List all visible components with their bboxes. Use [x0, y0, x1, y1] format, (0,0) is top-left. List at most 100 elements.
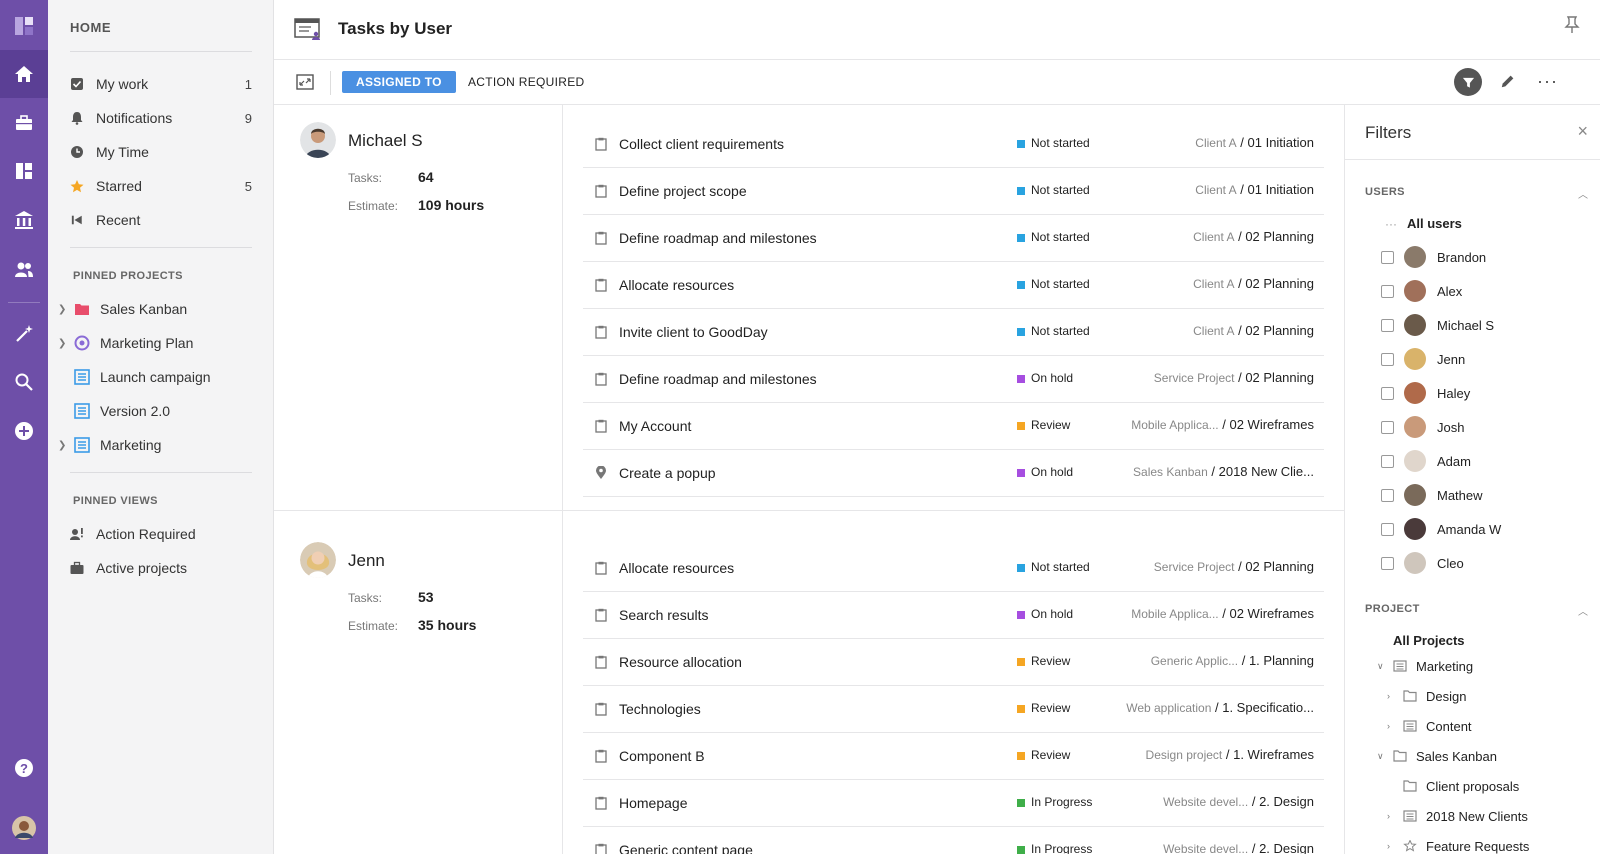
tab-action-required[interactable]: ACTION REQUIRED [468, 71, 585, 93]
status-badge[interactable]: Not started [1031, 277, 1090, 291]
user-checkbox[interactable] [1381, 284, 1394, 298]
status-badge[interactable]: On hold [1031, 465, 1073, 479]
sidebar-item-notifications[interactable]: Notifications 9 [70, 103, 252, 133]
status-badge[interactable]: Not started [1031, 230, 1090, 244]
sidebar-item-my-time[interactable]: My Time [70, 137, 252, 167]
home-icon[interactable] [0, 50, 48, 98]
task-name[interactable]: Collect client requirements [619, 136, 784, 152]
pinned-project-launch-campaign[interactable]: Launch campaign [58, 362, 252, 392]
expand-icon[interactable] [296, 74, 314, 90]
magic-wand-icon[interactable] [0, 310, 48, 358]
status-badge[interactable]: Review [1031, 654, 1070, 668]
project-path[interactable]: Client A / 02 Planning [1193, 276, 1314, 291]
help-icon[interactable]: ? [0, 744, 48, 792]
user-checkbox[interactable] [1381, 522, 1394, 536]
user-avatar[interactable] [0, 804, 48, 852]
pinned-project-marketing[interactable]: ❯ Marketing [58, 430, 252, 460]
user-checkbox[interactable] [1381, 318, 1394, 332]
filter-user-adam[interactable]: Adam [1381, 447, 1581, 475]
close-icon[interactable]: × [1577, 121, 1588, 142]
status-badge[interactable]: Not started [1031, 560, 1090, 574]
chevron-right-icon[interactable]: ❯ [58, 338, 72, 349]
status-badge[interactable]: Review [1031, 418, 1070, 432]
task-row[interactable]: Define roadmap and milestones Not started… [583, 215, 1324, 262]
task-name[interactable]: Technologies [619, 701, 701, 717]
filter-user-haley[interactable]: Haley [1381, 379, 1581, 407]
project-path[interactable]: Generic Applic... / 1. Planning [1151, 653, 1314, 668]
task-name[interactable]: Component B [619, 748, 705, 764]
project-path[interactable]: Service Project / 02 Planning [1154, 559, 1314, 574]
task-row[interactable]: Resource allocation Review Generic Applic.… [583, 639, 1324, 686]
pin-icon[interactable] [1564, 16, 1580, 34]
chevron-right-icon[interactable]: ❯ [58, 304, 72, 315]
task-name[interactable]: Define roadmap and milestones [619, 371, 817, 387]
task-name[interactable]: Search results [619, 607, 708, 623]
task-row[interactable]: My Account Review Mobile Applica... / 02 W… [583, 403, 1324, 450]
project-path[interactable]: Client A / 02 Planning [1193, 229, 1314, 244]
project-path[interactable]: Mobile Applica... / 02 Wireframes [1131, 417, 1314, 432]
task-name[interactable]: Define project scope [619, 183, 747, 199]
task-row[interactable]: Allocate resources Not started Service Pro… [583, 545, 1324, 592]
sidebar-item-my-work[interactable]: My work 1 [70, 69, 252, 99]
chevron-icon[interactable]: ∨ [1377, 661, 1389, 672]
project-path[interactable]: Client A / 02 Planning [1193, 323, 1314, 338]
status-badge[interactable]: In Progress [1031, 795, 1092, 809]
sidebar-item-recent[interactable]: Recent [70, 205, 252, 235]
users-icon[interactable] [0, 246, 48, 294]
dashboard-icon[interactable] [0, 147, 48, 195]
filter-project-item[interactable]: › Content [1387, 715, 1472, 737]
status-badge[interactable]: On hold [1031, 371, 1073, 385]
task-name[interactable]: Allocate resources [619, 277, 734, 293]
pinned-view-action-required[interactable]: Action Required [70, 519, 252, 549]
project-path[interactable]: Mobile Applica... / 02 Wireframes [1131, 606, 1314, 621]
filter-user-josh[interactable]: Josh [1381, 413, 1581, 441]
task-row[interactable]: Collect client requirements Not started Cl… [583, 121, 1324, 168]
user-checkbox[interactable] [1381, 556, 1394, 570]
task-row[interactable]: Component B Review Design project / 1. Wir… [583, 733, 1324, 780]
edit-icon[interactable] [1500, 73, 1518, 91]
task-name[interactable]: My Account [619, 418, 691, 434]
chevron-right-icon[interactable]: ❯ [58, 440, 72, 451]
sidebar-item-starred[interactable]: Starred 5 [70, 171, 252, 201]
filter-project-item[interactable]: › Design [1387, 685, 1466, 707]
chevron-icon[interactable]: › [1387, 691, 1399, 701]
task-row[interactable]: Search results On hold Mobile Applica... /… [583, 592, 1324, 639]
task-name[interactable]: Create a popup [619, 465, 716, 481]
user-checkbox[interactable] [1381, 454, 1394, 468]
all-users-option[interactable]: All users [1407, 216, 1462, 231]
task-name[interactable]: Resource allocation [619, 654, 742, 670]
status-badge[interactable]: Not started [1031, 324, 1090, 338]
chevron-icon[interactable]: › [1387, 721, 1399, 731]
filter-project-item[interactable]: › Feature Requests [1387, 835, 1529, 854]
task-row[interactable]: Homepage In Progress Website devel... / 2.… [583, 780, 1324, 827]
chevron-up-icon[interactable]: ︿ [1578, 603, 1588, 618]
task-name[interactable]: Generic content page [619, 842, 753, 854]
project-path[interactable]: Design project / 1. Wireframes [1146, 747, 1314, 762]
filter-project-item[interactable]: ∨ Marketing [1377, 655, 1473, 677]
filter-user-alex[interactable]: Alex [1381, 277, 1581, 305]
filter-user-cleo[interactable]: Cleo [1381, 549, 1581, 577]
task-row[interactable]: Allocate resources Not started Client A / … [583, 262, 1324, 309]
all-projects-option[interactable]: All Projects [1393, 633, 1465, 648]
chevron-icon[interactable]: › [1387, 841, 1399, 851]
filter-user-mathew[interactable]: Mathew [1381, 481, 1581, 509]
task-row[interactable]: Technologies Review Web application / 1. S… [583, 686, 1324, 733]
pinned-view-active-projects[interactable]: Active projects [70, 553, 252, 583]
filter-project-item[interactable]: Client proposals [1387, 775, 1519, 797]
filter-project-item[interactable]: › 2018 New Clients [1387, 805, 1528, 827]
task-row[interactable]: Generic content page In Progress Website d… [583, 827, 1324, 854]
filter-user-jenn[interactable]: Jenn [1381, 345, 1581, 373]
filter-project-item[interactable]: ∨ Sales Kanban [1377, 745, 1497, 767]
status-badge[interactable]: On hold [1031, 607, 1073, 621]
user-checkbox[interactable] [1381, 420, 1394, 434]
user-checkbox[interactable] [1381, 386, 1394, 400]
status-badge[interactable]: Review [1031, 701, 1070, 715]
status-badge[interactable]: Not started [1031, 183, 1090, 197]
status-badge[interactable]: Not started [1031, 136, 1090, 150]
project-path[interactable]: Client A / 01 Initiation [1195, 182, 1314, 197]
status-badge[interactable]: Review [1031, 748, 1070, 762]
project-path[interactable]: Client A / 01 Initiation [1195, 135, 1314, 150]
briefcase-icon[interactable] [0, 99, 48, 147]
pinned-project-version-2[interactable]: Version 2.0 [58, 396, 252, 426]
filter-user-michael-s[interactable]: Michael S [1381, 311, 1581, 339]
